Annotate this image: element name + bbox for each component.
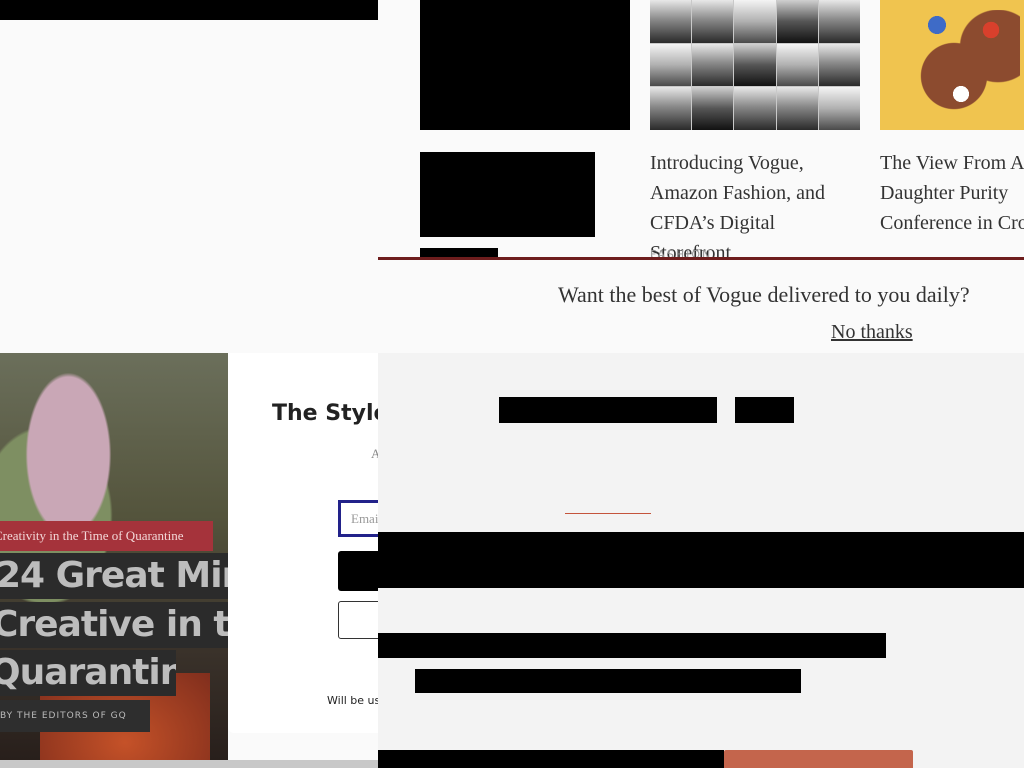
panel-signup-button[interactable] <box>724 750 913 768</box>
hero-byline: BY THE EDITORS OF GQ <box>0 700 150 732</box>
portrait-thumb <box>818 43 860 87</box>
portrait-thumb <box>692 0 734 43</box>
hero-headline-line-3[interactable]: Quarantine <box>0 650 176 696</box>
portrait-thumb <box>776 43 818 87</box>
newsletter-submit-button[interactable] <box>338 551 378 591</box>
promo-question: Want the best of Vogue delivered to you … <box>558 282 970 307</box>
hero-headline-line-2[interactable]: Creative in the <box>0 602 228 648</box>
portrait-thumb <box>650 87 692 130</box>
no-thanks-link[interactable]: No thanks <box>831 321 913 344</box>
portrait-thumb <box>692 87 734 130</box>
redacted-panel-banner <box>378 532 1024 588</box>
portrait-thumb <box>692 43 734 87</box>
portrait-thumb <box>650 0 692 43</box>
portrait-thumb <box>734 87 776 130</box>
hero-headline-line-1[interactable]: 24 Great Minds <box>0 553 228 599</box>
illustration-white-flower <box>948 82 974 106</box>
portrait-thumb <box>734 43 776 87</box>
newsletter-secondary-button[interactable] <box>338 601 378 639</box>
redacted-story-title <box>420 152 595 237</box>
portrait-thumb <box>776 0 818 43</box>
left-page: Creativity in the Time of Quarantine 24 … <box>0 0 378 768</box>
illustration-blue-flower <box>924 10 950 40</box>
story-title-purity-conference[interactable]: The View From A Daughter Purity Conferen… <box>880 148 1024 238</box>
newsletter-email-field[interactable]: Email <box>338 500 378 537</box>
redacted-panel-text-line-2 <box>415 669 801 693</box>
portrait-thumb <box>776 87 818 130</box>
portrait-thumb <box>818 0 860 43</box>
portrait-thumb <box>818 87 860 130</box>
newsletter-modal-title: The Style <box>272 401 378 426</box>
panel-accent-line <box>565 513 651 514</box>
illustration-red-flower <box>980 18 1002 42</box>
right-page: Introducing Vogue, Amazon Fashion, and C… <box>378 0 1024 768</box>
newsletter-promo-bar: Want the best of Vogue delivered to you … <box>378 257 1024 356</box>
redacted-story-image <box>420 0 630 130</box>
newsletter-modal: The Style A Email Will be used <box>228 353 378 733</box>
redacted-panel-input[interactable] <box>378 750 724 768</box>
redacted-panel-text-line-1 <box>378 633 886 658</box>
story-image-illustration[interactable] <box>880 0 1024 130</box>
redacted-header-bar <box>0 0 378 20</box>
newsletter-footnote: Will be used <box>327 694 378 707</box>
story-image-portrait-grid[interactable] <box>650 0 860 130</box>
bottom-strip <box>0 760 378 768</box>
newsletter-modal-subtitle: A <box>371 446 378 461</box>
portrait-thumb <box>734 0 776 43</box>
portrait-thumb <box>650 43 692 87</box>
hero-kicker[interactable]: Creativity in the Time of Quarantine <box>0 521 213 551</box>
redacted-panel-heading-word <box>735 397 794 423</box>
newsletter-panel <box>378 353 1024 768</box>
redacted-panel-heading <box>499 397 717 423</box>
